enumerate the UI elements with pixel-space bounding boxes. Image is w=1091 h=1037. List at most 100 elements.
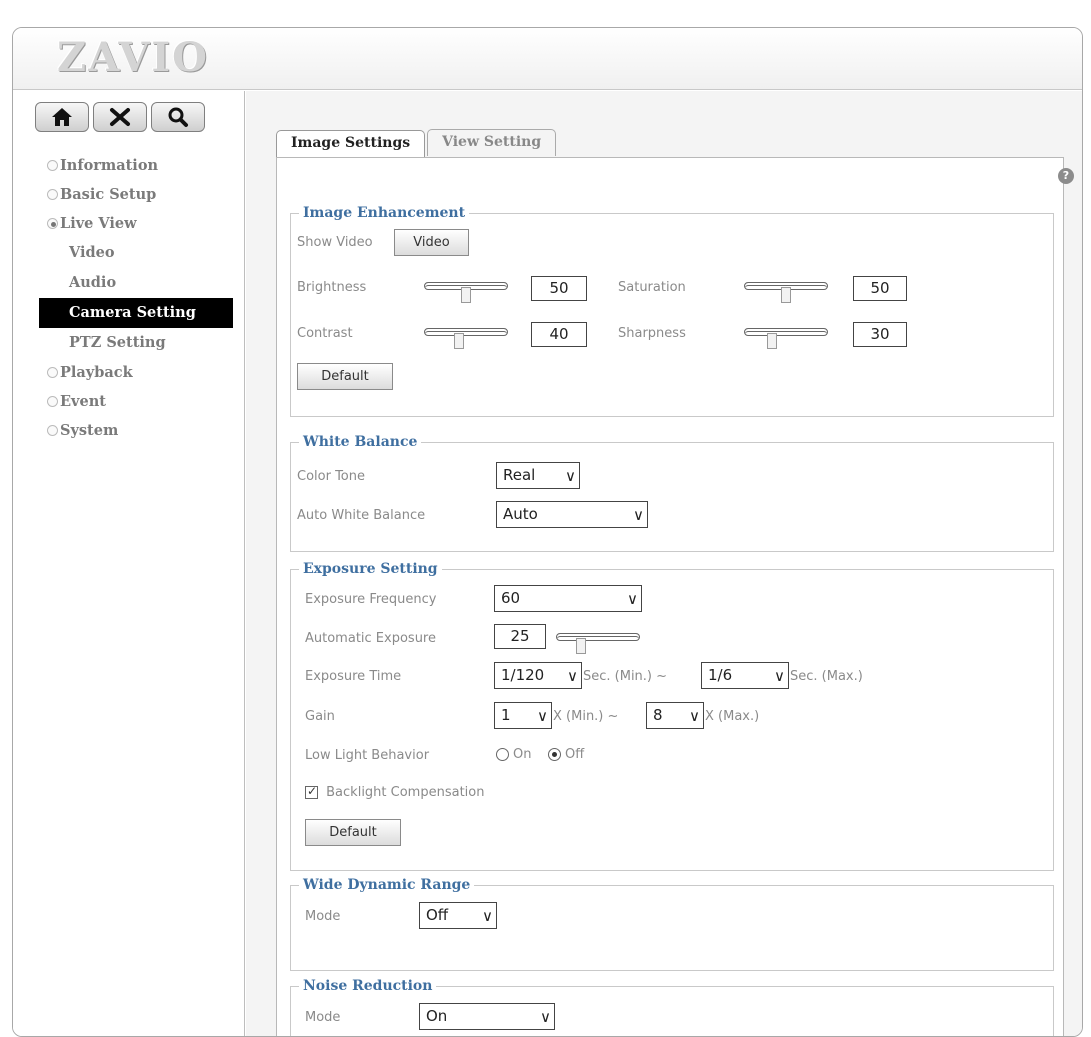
nav-subitem-ptz-setting[interactable]: PTZ Setting xyxy=(39,328,233,358)
exposure-frequency-select[interactable]: 60 ∨ xyxy=(494,585,642,612)
nav-subitem-audio[interactable]: Audio xyxy=(39,268,233,298)
search-icon xyxy=(168,107,188,127)
select-value: 60 xyxy=(501,589,521,607)
radio-button-selected[interactable] xyxy=(548,748,562,761)
chevron-down-icon: ∨ xyxy=(633,506,644,524)
option-label: On xyxy=(513,747,532,762)
exposure-time-max-select[interactable]: 1/6 ∨ xyxy=(701,662,789,689)
search-button[interactable] xyxy=(151,102,205,132)
auto-exposure-label: Automatic Exposure xyxy=(305,631,436,646)
awb-select[interactable]: Auto ∨ xyxy=(496,501,648,528)
nav-item-label: Basic Setup xyxy=(60,186,157,203)
home-button[interactable] xyxy=(35,102,89,132)
sec-min-text: Sec. (Min.) ~ xyxy=(583,669,668,684)
exposure-group: Exposure Setting Exposure Frequency 60 ∨… xyxy=(290,561,1054,871)
brightness-label: Brightness xyxy=(297,280,367,295)
sharpness-label: Sharpness xyxy=(618,326,686,341)
select-value: Auto xyxy=(503,505,538,523)
toolbar xyxy=(35,102,205,132)
slider-thumb[interactable] xyxy=(767,333,778,349)
group-title: Wide Dynamic Range xyxy=(303,877,471,893)
slider-thumb[interactable] xyxy=(454,333,465,349)
settings-panel: ? Image Enhancement Show Video Video Bri… xyxy=(276,157,1074,1036)
main-content: Image Settings View Setting ? Image Enha… xyxy=(246,91,1082,1036)
exposure-default-button[interactable]: Default xyxy=(305,819,401,846)
video-button[interactable]: Video xyxy=(394,229,469,256)
image-enhancement-group: Image Enhancement Show Video Video Brigh… xyxy=(290,205,1054,417)
header: ZAVIO xyxy=(13,28,1082,90)
slider-thumb[interactable] xyxy=(461,287,471,303)
color-tone-label: Color Tone xyxy=(297,469,365,484)
nav-radio xyxy=(47,396,58,407)
select-value: Real xyxy=(503,466,536,484)
saturation-value[interactable]: 50 xyxy=(853,276,907,301)
nav-menu: Information Basic Setup Live View Video … xyxy=(39,151,247,445)
tools-icon xyxy=(110,108,130,126)
saturation-slider[interactable] xyxy=(744,279,828,303)
option-label: Off xyxy=(565,747,585,762)
slider-track xyxy=(744,328,828,336)
select-value: 1/120 xyxy=(501,666,545,684)
chevron-down-icon: ∨ xyxy=(627,590,638,608)
auto-exposure-value[interactable]: 25 xyxy=(494,624,546,649)
select-value: 8 xyxy=(653,706,663,724)
nav-subitem-camera-setting[interactable]: Camera Setting xyxy=(39,298,233,328)
brand-logo: ZAVIO xyxy=(57,34,209,81)
chevron-down-icon: ∨ xyxy=(565,467,576,485)
sharpness-slider[interactable] xyxy=(744,325,828,349)
noise-reduction-group: Noise Reduction Mode On ∨ xyxy=(290,978,1054,1036)
slider-thumb[interactable] xyxy=(781,287,791,303)
exposure-time-min-select[interactable]: 1/120 ∨ xyxy=(494,662,582,689)
exposure-time-label: Exposure Time xyxy=(305,669,402,684)
wdr-group: Wide Dynamic Range Mode Off ∨ xyxy=(290,877,1054,971)
low-light-radio-group: On Off xyxy=(496,747,584,762)
noise-mode-select[interactable]: On ∨ xyxy=(419,1003,555,1030)
backlight-row: Backlight Compensation xyxy=(305,784,484,800)
gain-max-select[interactable]: 8 ∨ xyxy=(646,702,704,729)
tools-button[interactable] xyxy=(93,102,147,132)
select-value: Off xyxy=(426,906,449,924)
brightness-slider[interactable] xyxy=(424,279,508,303)
nav-radio-selected xyxy=(47,218,58,229)
low-light-label: Low Light Behavior xyxy=(305,748,430,763)
sec-max-text: Sec. (Max.) xyxy=(790,669,863,684)
brightness-value[interactable]: 50 xyxy=(531,276,587,301)
nav-item-label: Live View xyxy=(60,215,137,232)
nav-item-event[interactable]: Event xyxy=(47,387,247,416)
home-icon xyxy=(52,108,72,126)
nav-item-basic-setup[interactable]: Basic Setup xyxy=(47,180,247,209)
gain-label: Gain xyxy=(305,709,335,724)
tab-view-setting[interactable]: View Setting xyxy=(427,129,557,156)
low-light-off-option[interactable]: Off xyxy=(548,747,584,762)
sidebar: Information Basic Setup Live View Video … xyxy=(13,91,247,1036)
chevron-down-icon: ∨ xyxy=(774,667,785,685)
contrast-slider[interactable] xyxy=(424,325,508,349)
nav-item-live-view[interactable]: Live View xyxy=(47,209,247,238)
nav-item-information[interactable]: Information xyxy=(47,151,247,180)
sharpness-value[interactable]: 30 xyxy=(853,322,907,347)
low-light-on-option[interactable]: On xyxy=(496,747,531,762)
auto-exposure-slider[interactable] xyxy=(556,630,640,654)
app-frame: ZAVIO Information Basic Setup Live View … xyxy=(12,27,1083,1037)
gain-min-select[interactable]: 1 ∨ xyxy=(494,702,552,729)
tab-image-settings[interactable]: Image Settings xyxy=(276,130,426,157)
image-default-button[interactable]: Default xyxy=(297,363,393,390)
nav-item-playback[interactable]: Playback xyxy=(47,358,247,387)
nav-subitem-video[interactable]: Video xyxy=(39,238,233,268)
radio-button[interactable] xyxy=(496,748,509,761)
nav-item-label: System xyxy=(60,422,119,439)
wdr-mode-label: Mode xyxy=(305,909,341,924)
contrast-value[interactable]: 40 xyxy=(531,322,587,347)
gain-min-text: X (Min.) ~ xyxy=(553,709,619,724)
group-title: White Balance xyxy=(303,434,418,450)
slider-track xyxy=(556,633,640,641)
slider-thumb[interactable] xyxy=(576,638,586,654)
help-icon[interactable]: ? xyxy=(1058,168,1074,184)
backlight-checkbox[interactable] xyxy=(305,784,318,799)
color-tone-select[interactable]: Real ∨ xyxy=(496,462,580,489)
slider-track xyxy=(424,328,508,336)
nav-item-system[interactable]: System xyxy=(47,416,247,445)
wdr-mode-select[interactable]: Off ∨ xyxy=(419,902,497,929)
group-title: Exposure Setting xyxy=(303,561,438,577)
gain-max-text: X (Max.) xyxy=(705,709,760,724)
